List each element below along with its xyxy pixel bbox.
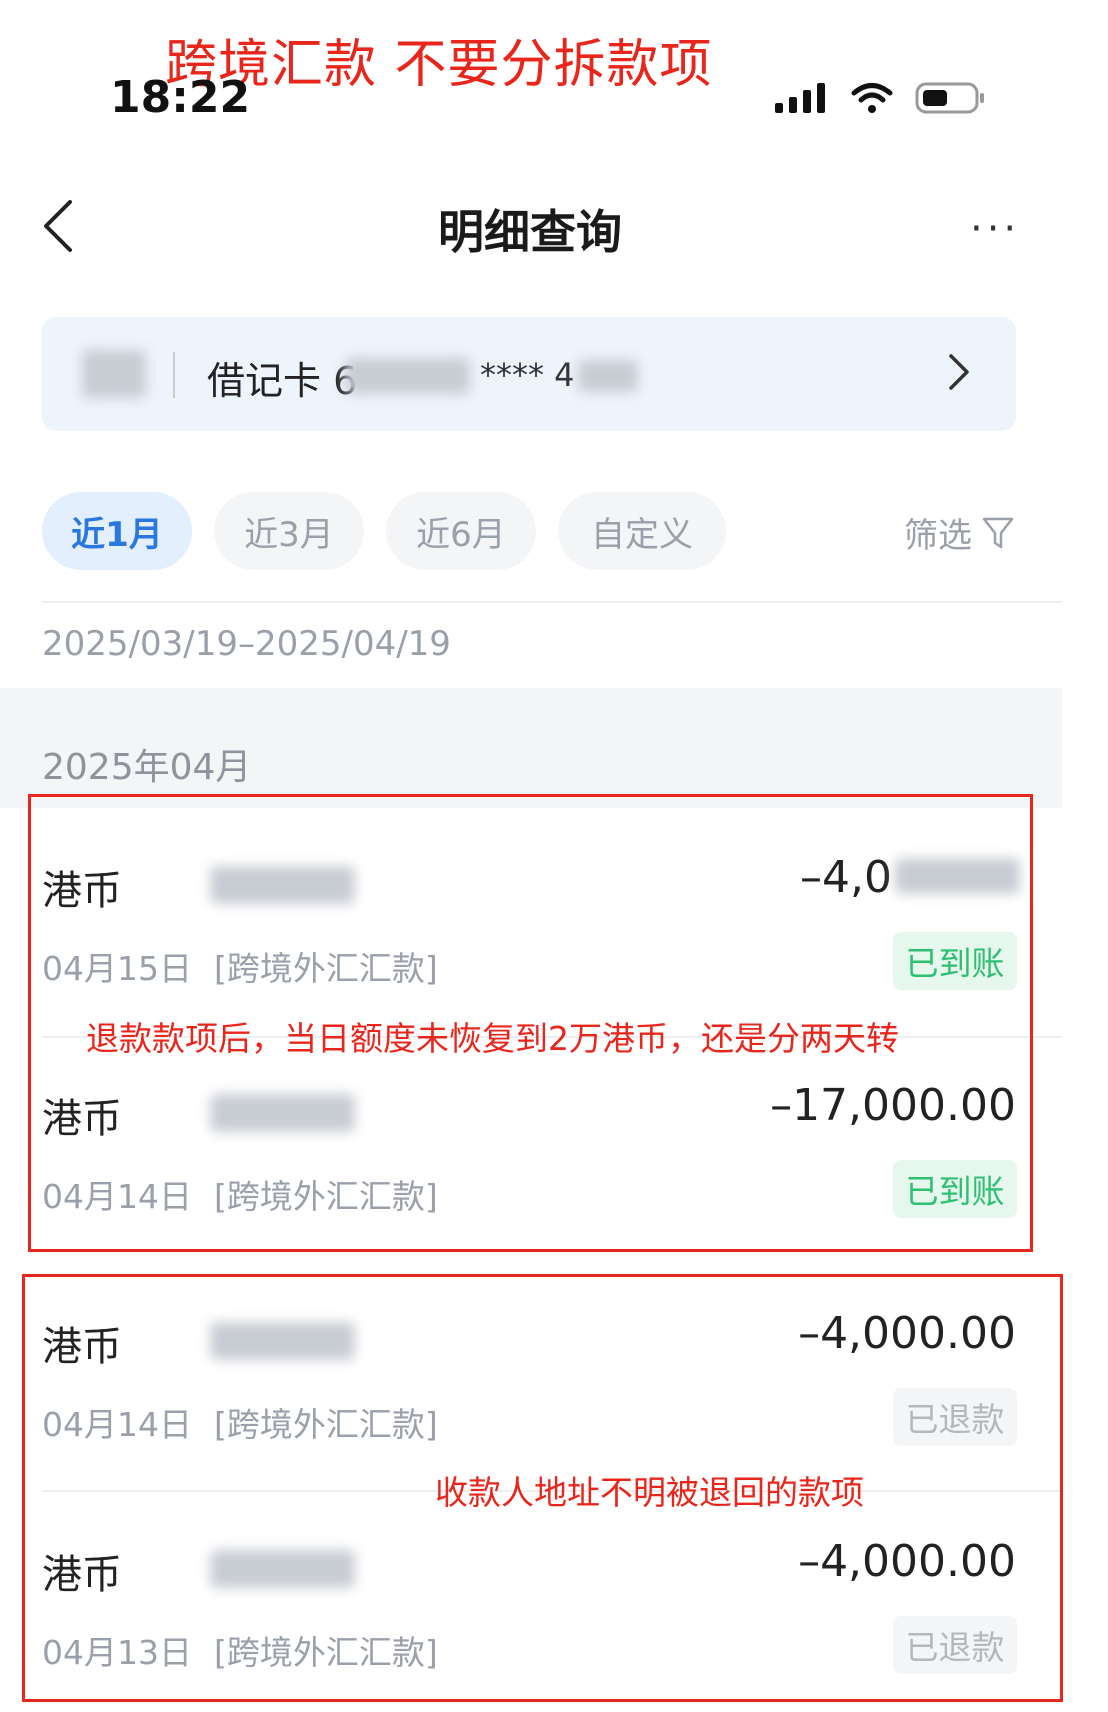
month-header: 2025年04月	[42, 747, 252, 788]
card-tail-blurred	[578, 360, 638, 392]
filter-button[interactable]: 筛选	[904, 508, 1014, 557]
wifi-icon	[851, 83, 893, 113]
signal-icon	[775, 83, 825, 113]
tab-custom[interactable]: 自定义	[558, 492, 726, 570]
annotation-note-retry: 退款款项后，当日额度未恢复到2万港币，还是分两天转	[86, 1019, 899, 1058]
battery-icon	[915, 82, 984, 114]
card-type-label: 借记卡 6	[207, 359, 358, 403]
chevron-right-icon[interactable]	[946, 352, 972, 392]
bank-logo-blurred	[82, 350, 146, 398]
filter-label: 筛选	[904, 516, 972, 556]
divider	[42, 601, 1062, 603]
tab-3-months[interactable]: 近3月	[214, 492, 364, 570]
card-divider	[173, 352, 175, 398]
page-title: 明细查询	[438, 205, 622, 259]
tab-6-months[interactable]: 近6月	[386, 492, 536, 570]
status-icons	[775, 80, 987, 116]
card-number-blurred	[345, 358, 470, 394]
more-icon[interactable]: ···	[970, 206, 1020, 252]
card-number-masked: **** 4	[480, 356, 575, 394]
annotation-note-returned: 收款人地址不明被退回的款项	[435, 1473, 864, 1512]
status-time: 18:22	[110, 72, 251, 123]
date-range: 2025/03/19–2025/04/19	[42, 624, 451, 664]
filter-icon	[982, 517, 1014, 548]
tab-1-month[interactable]: 近1月	[42, 492, 192, 570]
